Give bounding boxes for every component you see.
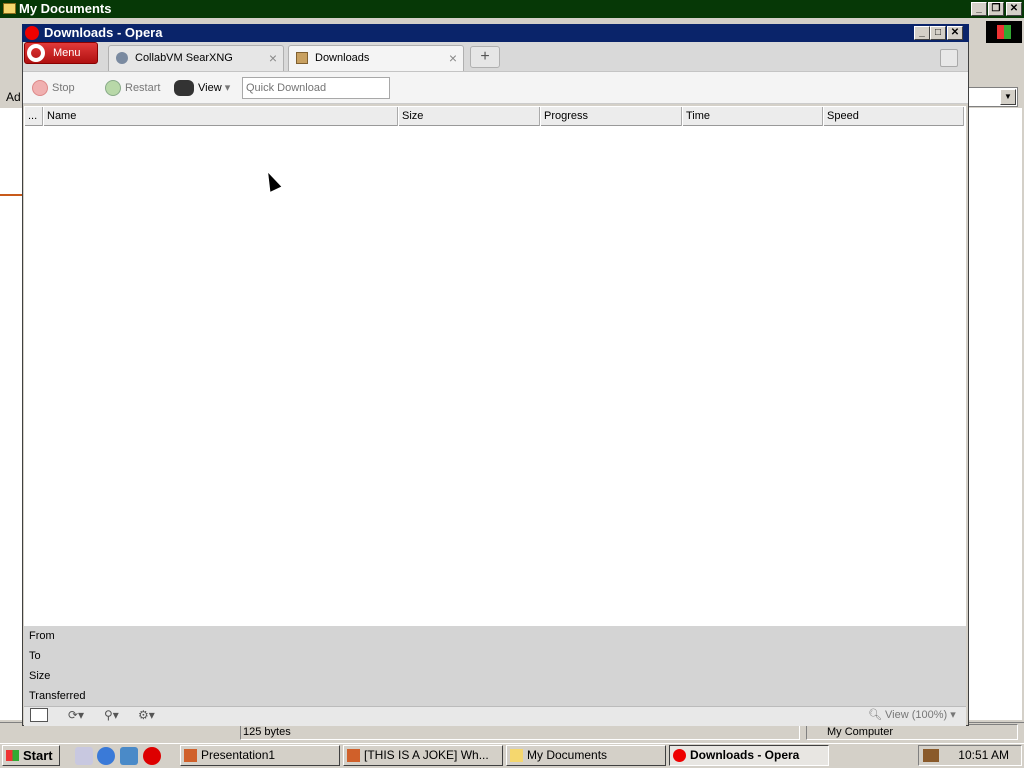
download-icon: [296, 52, 308, 64]
chevron-down-icon: ▾: [947, 709, 956, 721]
column-more[interactable]: ...: [24, 107, 43, 126]
powerpoint-icon: [347, 749, 360, 762]
task-label: Presentation1: [201, 748, 276, 762]
tab-label: CollabVM SearXNG: [135, 52, 233, 64]
view-label: View: [198, 82, 222, 94]
address-label: Ad: [6, 90, 21, 104]
settings-icon[interactable]: ⚙▾: [138, 708, 155, 722]
task-joke[interactable]: [THIS IS A JOKE] Wh...: [343, 745, 503, 766]
start-label: Start: [23, 748, 53, 763]
column-progress[interactable]: Progress: [540, 107, 682, 126]
opera-titlebar[interactable]: Downloads - Opera: [22, 24, 969, 42]
internet-explorer-icon[interactable]: [97, 747, 115, 765]
network-icon[interactable]: [923, 749, 939, 762]
folder-icon: [3, 3, 16, 14]
opera-minimize-button[interactable]: _: [914, 26, 930, 40]
stop-label: Stop: [52, 82, 75, 94]
file-list-area: [968, 108, 1022, 720]
zoom-icon: 🔍︎: [868, 709, 886, 721]
sync-icon[interactable]: ⟳▾: [68, 708, 84, 722]
show-desktop-icon[interactable]: [75, 747, 93, 765]
opera-logo-icon: [25, 26, 39, 40]
to-label: To: [29, 650, 41, 662]
address-dropdown[interactable]: ▼: [968, 87, 1018, 107]
opera-statusbar: [24, 706, 966, 726]
downloads-list[interactable]: [24, 106, 966, 626]
transferred-label: Transferred: [29, 690, 86, 702]
folder-icon: [510, 749, 523, 762]
opera-menu-label: Menu: [53, 47, 81, 59]
zoom-control[interactable]: 🔍︎ View (100%) ▾: [868, 708, 956, 722]
status-size: 125 bytes: [240, 724, 800, 740]
new-tab-button[interactable]: +: [470, 46, 500, 68]
task-label: My Documents: [527, 748, 608, 762]
globe-icon: [116, 52, 128, 64]
zoom-label: View (100%): [885, 709, 948, 721]
binoculars-icon: [174, 80, 194, 96]
column-name[interactable]: Name: [43, 107, 398, 126]
restart-button[interactable]: Restart: [105, 80, 160, 96]
system-tray: 10:51 AM: [918, 745, 1022, 766]
outlook-express-icon[interactable]: [120, 747, 138, 765]
close-tab-icon[interactable]: ×: [269, 46, 277, 70]
tab-collabvm-searxng[interactable]: CollabVM SearXNG ×: [108, 45, 284, 71]
opera-o-icon: [27, 44, 45, 62]
column-time[interactable]: Time: [682, 107, 823, 126]
close-button[interactable]: ✕: [1006, 2, 1022, 16]
panel-toggle-icon[interactable]: [30, 708, 48, 722]
windows-logo-icon: [986, 21, 1022, 43]
restart-icon: [105, 80, 121, 96]
from-label: From: [29, 630, 55, 642]
task-presentation1[interactable]: Presentation1: [180, 745, 340, 766]
size-label: Size: [29, 670, 51, 682]
task-label: [THIS IS A JOKE] Wh...: [364, 748, 489, 762]
minimize-button[interactable]: _: [971, 2, 987, 16]
opera-maximize-button[interactable]: □: [930, 26, 946, 40]
opera-quicklaunch-icon[interactable]: [143, 747, 161, 765]
opera-title: Downloads - Opera: [44, 25, 163, 40]
trash-icon[interactable]: [940, 49, 958, 67]
start-button[interactable]: Start: [2, 745, 60, 766]
windows-flag-icon: [6, 750, 19, 761]
status-location: My Computer: [806, 724, 1018, 740]
stop-icon: [32, 80, 48, 96]
my-documents-titlebar[interactable]: My Documents: [0, 0, 1024, 18]
restart-label: Restart: [125, 82, 161, 94]
powerpoint-icon: [184, 749, 197, 762]
my-documents-title: My Documents: [19, 1, 112, 16]
chevron-down-icon: ▾: [224, 82, 231, 94]
tab-label: Downloads: [315, 52, 370, 64]
task-label: Downloads - Opera: [690, 748, 800, 762]
share-icon[interactable]: ⚲▾: [104, 708, 119, 722]
stop-button[interactable]: Stop: [32, 80, 75, 96]
column-speed[interactable]: Speed: [823, 107, 964, 126]
opera-logo-icon: [673, 749, 686, 762]
column-size[interactable]: Size: [398, 107, 540, 126]
close-tab-icon[interactable]: ×: [449, 46, 457, 70]
task-pane: [0, 108, 22, 720]
divider: [0, 194, 22, 196]
task-my-documents[interactable]: My Documents: [506, 745, 666, 766]
quick-download-input[interactable]: [242, 77, 390, 99]
task-downloads-opera[interactable]: Downloads - Opera: [669, 745, 829, 766]
clock[interactable]: 10:51 AM: [958, 748, 1009, 762]
downloads-toolbar: [23, 72, 968, 104]
download-details-panel: [24, 626, 966, 706]
opera-close-button[interactable]: ✕: [947, 26, 963, 40]
view-button[interactable]: View ▾: [174, 80, 230, 96]
opera-menu-button[interactable]: Menu: [24, 42, 98, 64]
restore-button[interactable]: ❐: [988, 2, 1004, 16]
tab-downloads[interactable]: Downloads ×: [288, 45, 464, 71]
chevron-down-icon[interactable]: ▼: [1000, 89, 1016, 105]
